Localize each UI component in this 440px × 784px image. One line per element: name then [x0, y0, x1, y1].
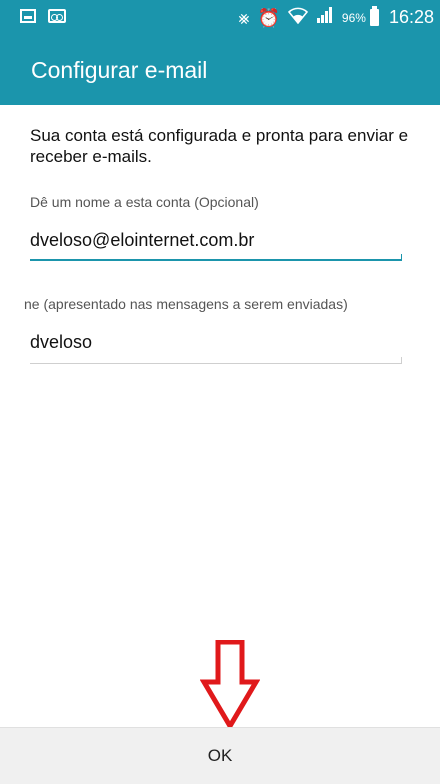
- page-title: Configurar e-mail: [31, 57, 208, 83]
- sender-name-underline: [30, 357, 402, 364]
- app-bar: Configurar e-mail: [0, 35, 440, 105]
- account-name-underline: [30, 254, 402, 261]
- sender-name-field[interactable]: dveloso: [30, 332, 92, 353]
- sender-name-label: ne (apresentado nas mensagens a serem en…: [24, 296, 348, 312]
- clock: 16:28: [388, 7, 434, 27]
- mute-icon: ⨳: [238, 7, 250, 28]
- wifi-icon: [287, 6, 309, 29]
- signal-icon: [316, 6, 334, 29]
- account-name-field[interactable]: dveloso@elointernet.com.br: [30, 230, 254, 251]
- alarm-icon: ⏰: [257, 7, 280, 28]
- down-arrow-annotation: [200, 640, 260, 730]
- battery-icon: [369, 6, 379, 26]
- gallery-icon: [20, 9, 36, 23]
- voicemail-icon: [48, 9, 66, 23]
- status-bar: ⨳ ⏰ 96% 16:28: [0, 0, 440, 35]
- account-name-label: Dê um nome a esta conta (Opcional): [30, 194, 259, 210]
- bottom-bar: OK: [0, 727, 440, 784]
- battery-percent: 96%: [341, 10, 366, 25]
- confirmation-message: Sua conta está configurada e pronta para…: [30, 126, 409, 166]
- ok-button[interactable]: OK: [0, 728, 440, 784]
